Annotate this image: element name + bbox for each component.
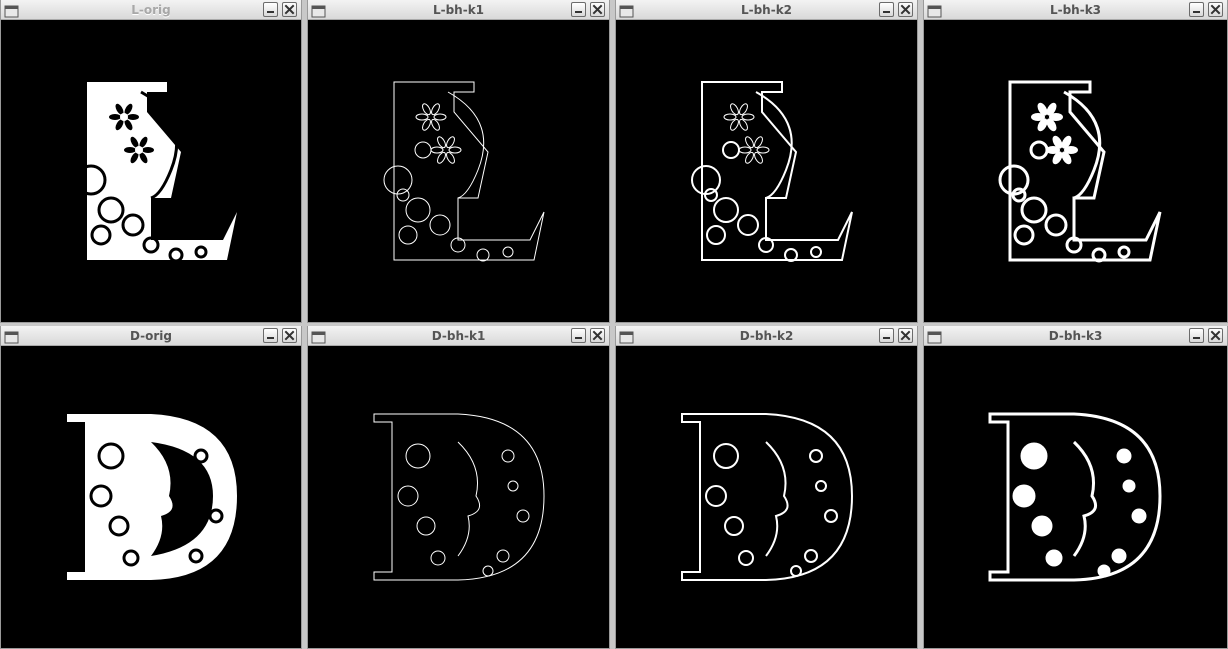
titlebar[interactable]: L-bh-k1 [308, 0, 609, 20]
titlebar[interactable]: L-orig [1, 0, 301, 20]
letter-l-image [75, 82, 237, 263]
window-title: L-orig [131, 3, 171, 17]
titlebar[interactable]: D-bh-k1 [308, 326, 609, 346]
image-canvas [924, 20, 1227, 322]
image-canvas [616, 346, 917, 648]
window-l-orig[interactable]: L-orig [0, 0, 302, 323]
titlebar[interactable]: D-bh-k2 [616, 326, 917, 346]
minimize-button[interactable] [571, 2, 586, 17]
window-title: D-bh-k1 [431, 329, 486, 343]
titlebar[interactable]: L-bh-k2 [616, 0, 917, 20]
window-menu-icon[interactable] [4, 3, 19, 18]
minimize-button[interactable] [263, 2, 278, 17]
minimize-icon [883, 11, 890, 13]
window-menu-icon[interactable] [619, 329, 634, 344]
close-button[interactable] [590, 2, 605, 17]
minimize-icon [1193, 337, 1200, 339]
window-menu-icon[interactable] [4, 329, 19, 344]
window-title: D-orig [129, 329, 173, 343]
window-title: L-bh-k3 [1049, 3, 1102, 17]
close-icon [284, 330, 295, 341]
close-icon [1210, 330, 1221, 341]
letter-d-image [373, 413, 545, 581]
image-canvas [1, 346, 301, 648]
image-canvas [616, 20, 917, 322]
letter-l-image [998, 80, 1162, 263]
minimize-icon [1193, 11, 1200, 13]
minimize-button[interactable] [263, 328, 278, 343]
window-menu-icon[interactable] [311, 329, 326, 344]
window-menu-icon[interactable] [619, 3, 634, 18]
image-canvas [308, 20, 609, 322]
window-menu-icon[interactable] [311, 3, 326, 18]
close-button[interactable] [1208, 328, 1223, 343]
close-button[interactable] [282, 2, 297, 17]
letter-l-image [383, 81, 545, 262]
minimize-button[interactable] [571, 328, 586, 343]
window-d-bh-k3[interactable]: D-bh-k3 [923, 326, 1228, 649]
close-button[interactable] [282, 328, 297, 343]
window-l-bh-k3[interactable]: L-bh-k3 [923, 0, 1228, 323]
close-button[interactable] [898, 328, 913, 343]
letter-d-image [681, 413, 854, 581]
desktop: L-orig L-bh-k1 L-bh-k2 L-bh-k3 D-orig D-… [0, 0, 1228, 649]
titlebar[interactable]: D-bh-k3 [924, 326, 1227, 346]
letter-l-image [691, 81, 853, 262]
minimize-icon [267, 11, 274, 13]
image-canvas [308, 346, 609, 648]
window-d-bh-k1[interactable]: D-bh-k1 [307, 326, 610, 649]
titlebar[interactable]: L-bh-k3 [924, 0, 1227, 20]
close-icon [592, 330, 603, 341]
close-icon [900, 330, 911, 341]
window-menu-icon[interactable] [927, 329, 942, 344]
window-d-orig[interactable]: D-orig [0, 326, 302, 649]
minimize-icon [883, 337, 890, 339]
image-canvas [1, 20, 301, 322]
close-button[interactable] [898, 2, 913, 17]
minimize-icon [575, 337, 582, 339]
close-button[interactable] [1208, 2, 1223, 17]
minimize-button[interactable] [879, 2, 894, 17]
minimize-button[interactable] [879, 328, 894, 343]
close-button[interactable] [590, 328, 605, 343]
close-icon [284, 4, 295, 15]
letter-d-image [67, 414, 237, 580]
minimize-icon [267, 337, 274, 339]
minimize-icon [575, 11, 582, 13]
window-title: L-bh-k2 [740, 3, 793, 17]
close-icon [1210, 4, 1221, 15]
window-d-bh-k2[interactable]: D-bh-k2 [615, 326, 918, 649]
close-icon [592, 4, 603, 15]
window-title: D-bh-k2 [739, 329, 794, 343]
window-l-bh-k1[interactable]: L-bh-k1 [307, 0, 610, 323]
window-l-bh-k2[interactable]: L-bh-k2 [615, 0, 918, 323]
letter-d-image [988, 412, 1162, 582]
close-icon [900, 4, 911, 15]
window-title: L-bh-k1 [432, 3, 485, 17]
titlebar[interactable]: D-orig [1, 326, 301, 346]
window-title: D-bh-k3 [1048, 329, 1103, 343]
image-canvas [924, 346, 1227, 648]
minimize-button[interactable] [1189, 2, 1204, 17]
window-menu-icon[interactable] [927, 3, 942, 18]
minimize-button[interactable] [1189, 328, 1204, 343]
